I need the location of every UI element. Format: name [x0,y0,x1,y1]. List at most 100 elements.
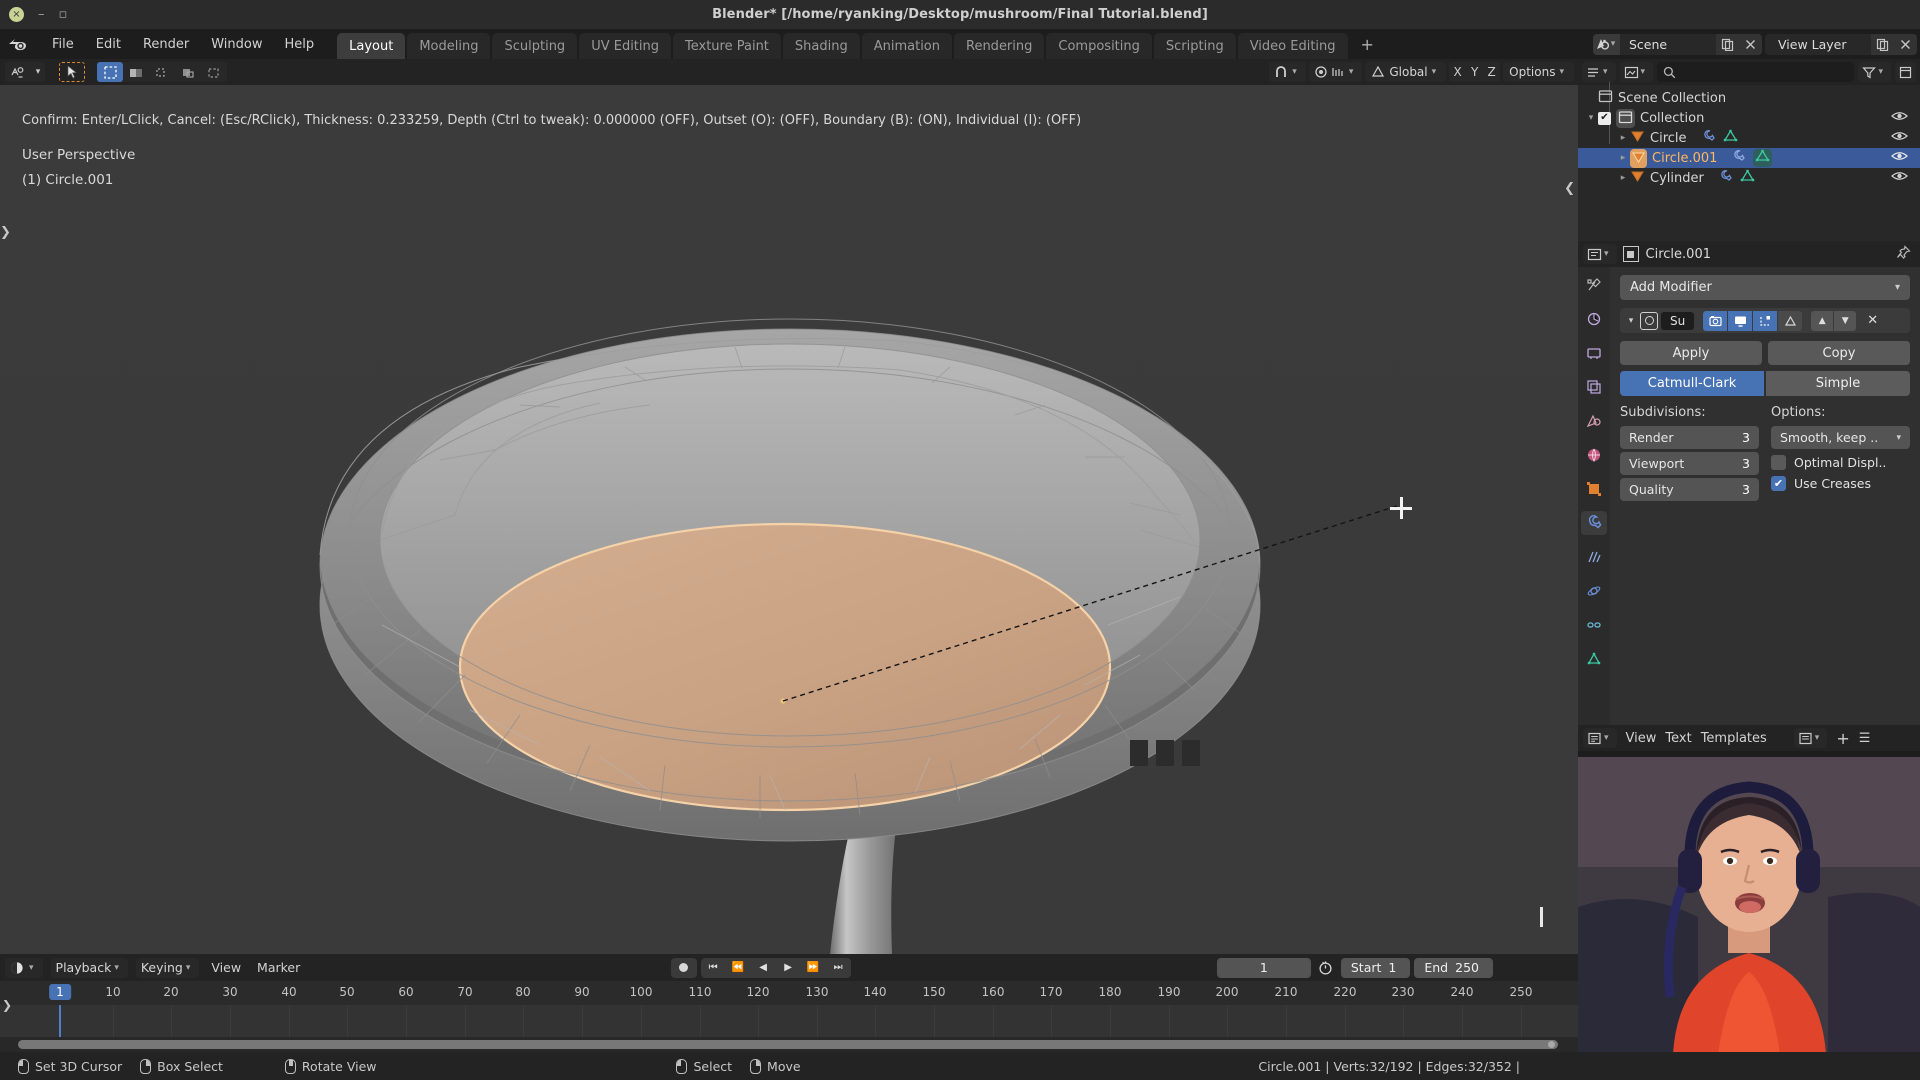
add-modifier-button[interactable]: Add Modifier ▾ [1620,275,1910,300]
select-extend-icon[interactable] [175,62,201,82]
move-up-button[interactable]: ▲ [1811,310,1834,331]
tab-render-icon[interactable] [1581,307,1607,331]
visibility-eye-icon[interactable] [1891,170,1908,186]
play-reverse-button[interactable]: ◀ [751,958,776,978]
new-scene-button[interactable] [1716,33,1739,55]
tab-scene-icon[interactable] [1581,409,1607,433]
previous-keyframe-button[interactable]: ⏪ [726,958,751,978]
tab-view-layer-icon[interactable] [1581,375,1607,399]
disclosure-triangle[interactable]: ▾ [1625,316,1637,326]
catmull-clark-button[interactable]: Catmull-Clark [1620,371,1764,396]
outliner-new-collection-button[interactable] [1895,62,1916,82]
tab-video-editing[interactable]: Video Editing [1237,33,1348,61]
tab-layout[interactable]: Layout [337,33,406,61]
object-mode-cursor-tool[interactable] [59,62,85,82]
timeline-menu-marker[interactable]: Marker [253,960,304,975]
proportional-edit-toggle[interactable]: ▾ [1308,62,1363,82]
keying-dropdown[interactable]: Keying ▾ [135,957,200,978]
viewport-canvas[interactable]: Confirm: Enter/LClick, Cancel: (Esc/RCli… [0,85,1578,954]
sidebar-expand-right-arrow[interactable]: ❮ [1564,181,1575,196]
tab-animation[interactable]: Animation [861,33,952,61]
properties-editor-type-button[interactable]: ▾ [1583,244,1617,264]
new-text-button[interactable]: + [1836,729,1849,748]
transform-axis-locks[interactable]: X Y Z [1449,62,1501,82]
timeline-horizontal-scrollbar[interactable] [18,1040,1558,1049]
text-menu-text[interactable]: Text [1665,731,1691,746]
select-subtract-icon[interactable] [201,62,227,82]
open-text-icon[interactable]: ☰ [1859,731,1871,746]
wrench-icon[interactable] [1731,149,1746,167]
axis-lock-z[interactable]: Z [1483,62,1501,82]
timeline-menu-view[interactable]: View [207,960,245,975]
collection-checkbox[interactable]: ✔ [1598,111,1611,125]
tab-compositing[interactable]: Compositing [1046,33,1152,61]
on-cage-toggle[interactable] [1778,310,1803,331]
tab-tool-icon[interactable] [1581,273,1607,297]
move-down-button[interactable]: ▼ [1834,310,1857,331]
realtime-toggle[interactable] [1728,310,1753,331]
select-circle-icon[interactable] [123,62,149,82]
optimal-display-row[interactable]: Optimal Displ.. [1771,455,1910,470]
tab-modifier-icon[interactable] [1581,511,1607,535]
tab-uv-editing[interactable]: UV Editing [579,33,672,61]
tab-object-icon[interactable] [1581,477,1607,501]
scene-selector[interactable]: ▾ Scene [1593,33,1762,55]
menu-help[interactable]: Help [274,33,326,56]
scrollbar-handle[interactable] [1548,1041,1555,1048]
timeline-editor-type-button[interactable]: ▾ [5,957,43,978]
editor-type-icon[interactable] [5,62,31,82]
mesh-data-icon[interactable] [1753,149,1773,167]
sidebar-expand-left-arrow[interactable]: ❯ [0,225,11,240]
tab-scripting[interactable]: Scripting [1153,33,1236,61]
current-frame-field[interactable]: 1 [1216,957,1311,978]
render-subdivisions-field[interactable]: Render 3 [1620,426,1759,449]
timeline-track[interactable] [0,1005,1578,1037]
gizmo-block-2[interactable] [1156,740,1174,766]
text-editor-type-button[interactable]: ▾ [1583,728,1617,748]
disclosure-triangle[interactable]: ▸ [1616,173,1630,183]
options-dropdown[interactable]: Options ▾ [1503,62,1574,82]
next-keyframe-button[interactable]: ⏩ [801,958,826,978]
timeline-channels-expand-arrow[interactable]: ❯ [2,998,12,1012]
end-frame-field[interactable]: End 250 [1414,957,1493,978]
tab-physics-icon[interactable] [1581,579,1607,603]
tab-output-icon[interactable] [1581,341,1607,365]
view-layer-name[interactable]: View Layer [1765,37,1871,52]
blender-logo-icon[interactable] [7,36,37,53]
disclosure-triangle[interactable]: ▸ [1616,133,1630,143]
chevron-down-icon[interactable]: ▾ [31,62,45,82]
wrench-icon[interactable] [1701,129,1716,147]
tab-sculpting[interactable]: Sculpting [492,33,578,61]
tab-particles-icon[interactable] [1581,545,1607,569]
disclosure-triangle[interactable]: ▸ [1616,153,1630,163]
visibility-eye-icon[interactable] [1891,150,1908,166]
use-creases-checkbox[interactable]: ✔ [1771,476,1786,491]
gizmo-block-1[interactable] [1130,740,1148,766]
edit-mode-toggle[interactable] [1753,310,1778,331]
outliner-display-mode-button[interactable]: ▾ [1619,62,1654,82]
pin-icon[interactable] [1896,244,1915,264]
outliner-filter-button[interactable]: ▾ [1858,62,1891,82]
timeline-ruler[interactable]: 1 10 20 30 40 50 60 70 80 90 100 110 120… [0,981,1578,1005]
start-frame-field[interactable]: Start 1 [1340,957,1411,978]
delete-modifier-button[interactable]: ✕ [1867,313,1878,328]
select-box-icon[interactable] [97,62,123,82]
select-lasso-icon[interactable] [149,62,175,82]
tab-rendering[interactable]: Rendering [954,33,1045,61]
use-creases-row[interactable]: ✔ Use Creases [1771,476,1910,491]
mesh-data-icon[interactable] [1723,129,1738,147]
timeline-playhead[interactable] [59,1005,61,1037]
uv-smooth-dropdown[interactable]: Smooth, keep .. ▾ [1771,426,1910,449]
text-datablock-button[interactable]: ▾ [1793,728,1828,748]
add-workspace-button[interactable]: + [1350,32,1385,60]
disclosure-triangle[interactable]: ▾ [1584,113,1598,123]
tab-texture-paint[interactable]: Texture Paint [673,33,781,61]
viewport-nav-gizmo[interactable] [1130,740,1200,766]
axis-lock-x[interactable]: X [1449,62,1467,82]
new-view-layer-button[interactable] [1871,33,1894,55]
modifier-name-field[interactable]: Su [1661,311,1695,330]
delete-scene-button[interactable] [1739,33,1762,55]
viewport-subdivisions-field[interactable]: Viewport 3 [1620,452,1759,475]
menu-file[interactable]: File [41,33,85,56]
outliner-row-collection[interactable]: ▾ ✔ Collection [1578,108,1920,128]
